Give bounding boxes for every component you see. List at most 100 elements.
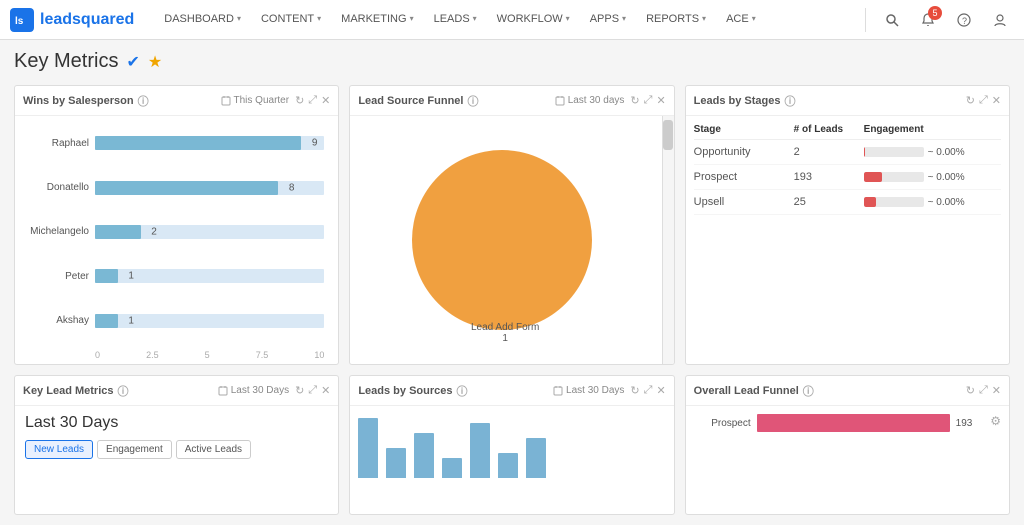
bar-value: 1	[128, 315, 134, 326]
top-navigation: ls leadsquared DASHBOARD ▾ CONTENT ▾ MAR…	[0, 0, 1024, 40]
refresh-icon[interactable]: ↻	[630, 94, 639, 107]
date-label-wins[interactable]: This Quarter	[221, 95, 290, 106]
nav-item-marketing[interactable]: MARKETING ▾	[331, 0, 423, 40]
bar-fill: 2	[95, 225, 141, 239]
stage-col-header: Stage	[694, 124, 794, 135]
nav-item-leads[interactable]: LEADS ▾	[424, 0, 487, 40]
engagement-bar: ~ 0.00%	[864, 197, 1001, 208]
help-button[interactable]: ?	[950, 6, 978, 34]
leads-by-stages-widget: Leads by Stages ⓘ ↻ ⤢ ✕ Stage # of Leads…	[685, 85, 1010, 365]
chevron-down-icon: ▾	[566, 14, 570, 23]
widget-header-wins: Wins by Salesperson ⓘ This Quarter ↻ ⤢ ✕	[15, 86, 338, 116]
bar-track: 1	[95, 314, 324, 328]
funnel-scroll[interactable]: Lead Add Form 1	[350, 116, 673, 364]
widget-header-lbs: Leads by Sources ⓘ Last 30 Days ↻ ⤢ ✕	[350, 376, 673, 406]
gear-icon[interactable]: ⚙	[990, 414, 1001, 428]
widget-controls-wins: This Quarter ↻ ⤢ ✕	[221, 94, 331, 107]
tab-new-leads[interactable]: New Leads	[25, 440, 93, 459]
close-icon[interactable]: ✕	[656, 94, 665, 107]
close-icon[interactable]: ✕	[321, 94, 330, 107]
source-bar-col	[386, 448, 406, 478]
nav-item-apps[interactable]: APPS ▾	[580, 0, 636, 40]
widget-body-stages: Stage # of Leads Engagement Opportunity2…	[686, 116, 1009, 364]
bar-value: 1	[128, 271, 134, 282]
funnel-bar-label: Prospect	[696, 418, 751, 429]
bar-fill: 1	[95, 314, 118, 328]
chevron-down-icon: ▾	[473, 14, 477, 23]
expand-icon[interactable]: ⤢	[979, 384, 988, 397]
refresh-icon[interactable]: ↻	[295, 384, 304, 397]
expand-icon[interactable]: ⤢	[644, 384, 653, 397]
nav-item-reports[interactable]: REPORTS ▾	[636, 0, 716, 40]
refresh-icon[interactable]: ↻	[295, 94, 304, 107]
stage-leads-count: 193	[794, 171, 864, 183]
bar-value: 9	[312, 138, 318, 149]
overall-lead-funnel-widget: Overall Lead Funnel ⓘ ↻ ⤢ ✕ ⚙ Prospect 19…	[685, 375, 1010, 515]
info-icon-stages[interactable]: ⓘ	[784, 93, 795, 109]
nav-item-workflow[interactable]: WORKFLOW ▾	[487, 0, 580, 40]
chevron-down-icon: ▾	[317, 14, 321, 23]
star-icon[interactable]: ★	[148, 52, 162, 72]
bar-label: Donatello	[17, 182, 89, 193]
date-label-lbs[interactable]: Last 30 Days	[553, 385, 624, 396]
bar-row: Akshay1	[95, 314, 324, 328]
refresh-icon[interactable]: ↻	[630, 384, 639, 397]
source-bar	[442, 458, 462, 478]
source-bar	[470, 423, 490, 478]
nav-item-ace[interactable]: ACE ▾	[716, 0, 766, 40]
close-icon[interactable]: ✕	[992, 94, 1001, 107]
stages-data-row: Opportunity2~ 0.00%	[694, 140, 1001, 165]
expand-icon[interactable]: ⤢	[979, 94, 988, 107]
tab-active-leads[interactable]: Active Leads	[176, 440, 251, 459]
bar-row: Donatello8	[95, 181, 324, 195]
source-bar-col	[526, 438, 546, 478]
source-bar	[386, 448, 406, 478]
nav-separator	[865, 8, 866, 32]
tab-engagement[interactable]: Engagement	[97, 440, 172, 459]
expand-icon[interactable]: ⤢	[308, 384, 317, 397]
widget-action-icons-stages: ↻ ⤢ ✕	[966, 94, 1001, 107]
key-lead-metrics-widget: Key Lead Metrics ⓘ Last 30 Days ↻ ⤢ ✕	[14, 375, 339, 515]
logo[interactable]: ls leadsquared	[10, 8, 134, 32]
notification-button[interactable]: 5	[914, 6, 942, 34]
search-button[interactable]	[878, 6, 906, 34]
expand-icon[interactable]: ⤢	[644, 94, 653, 107]
widget-action-icons-lbs: ↻ ⤢ ✕	[630, 384, 665, 397]
nav-item-dashboard[interactable]: DASHBOARD ▾	[154, 0, 251, 40]
close-icon[interactable]: ✕	[321, 384, 330, 397]
date-label-klm[interactable]: Last 30 Days	[218, 385, 289, 396]
widget-body-klm: Last 30 Days New Leads Engagement Active…	[15, 406, 338, 514]
bar-label: Raphael	[17, 138, 89, 149]
close-icon[interactable]: ✕	[992, 384, 1001, 397]
date-label-funnel[interactable]: Last 30 days	[555, 95, 625, 106]
info-icon-wins[interactable]: ⓘ	[138, 93, 149, 109]
close-icon[interactable]: ✕	[656, 384, 665, 397]
expand-icon[interactable]: ⤢	[308, 94, 317, 107]
widget-header-funnel: Lead Source Funnel ⓘ Last 30 days ↻ ⤢ ✕	[350, 86, 673, 116]
stage-name: Upsell	[694, 196, 794, 208]
info-icon-olf[interactable]: ⓘ	[803, 383, 814, 399]
funnel-horizontal: Prospect 193	[686, 406, 1009, 444]
svg-text:?: ?	[962, 16, 967, 26]
bar-track: 9	[95, 136, 324, 150]
source-bar	[526, 438, 546, 478]
refresh-icon[interactable]: ↻	[966, 94, 975, 107]
wins-by-salesperson-widget: Wins by Salesperson ⓘ This Quarter ↻ ⤢ ✕	[14, 85, 339, 365]
bar-chart: Raphael9Donatello8Michelangelo2Peter1Aks…	[15, 116, 338, 364]
axis-label: 2.5	[146, 350, 159, 360]
source-bar	[358, 418, 378, 478]
widget-title-funnel: Lead Source Funnel ⓘ	[358, 93, 478, 109]
widget-title-olf: Overall Lead Funnel ⓘ	[694, 383, 814, 399]
funnel-bar-count: 193	[956, 418, 973, 429]
nav-item-content[interactable]: CONTENT ▾	[251, 0, 331, 40]
refresh-icon[interactable]: ↻	[966, 384, 975, 397]
widget-controls-lbs: Last 30 Days ↻ ⤢ ✕	[553, 384, 666, 397]
stages-table: Stage # of Leads Engagement Opportunity2…	[686, 116, 1009, 219]
info-icon-klm[interactable]: ⓘ	[117, 383, 128, 399]
leads-col-header: # of Leads	[794, 124, 864, 135]
info-icon-funnel[interactable]: ⓘ	[467, 93, 478, 109]
funnel-bar-fill	[757, 414, 950, 432]
user-button[interactable]	[986, 6, 1014, 34]
logo-icon: ls	[10, 8, 34, 32]
info-icon-lbs[interactable]: ⓘ	[456, 383, 467, 399]
